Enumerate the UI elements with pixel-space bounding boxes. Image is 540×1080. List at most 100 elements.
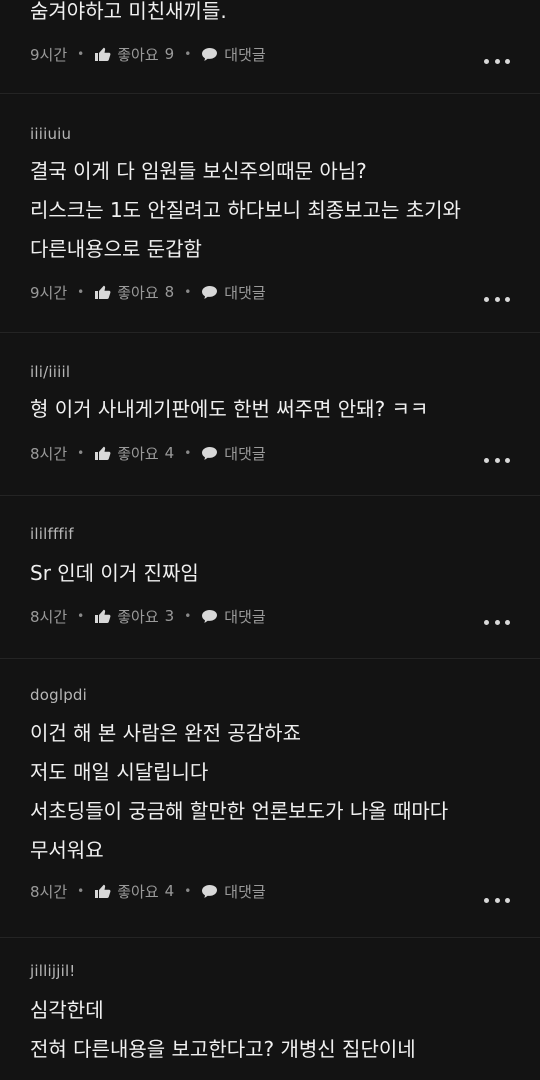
comment-time: 8시간: [30, 607, 68, 626]
comment-username[interactable]: ili/iiiil: [30, 363, 70, 381]
comment-time: 9시간: [30, 45, 68, 64]
comment-time: 8시간: [30, 882, 68, 901]
comment-username[interactable]: iiiiuiu: [30, 125, 71, 143]
more-dots-icon: [494, 58, 500, 64]
comment-item: jillijjil! 심각한데 전혀 다른내용을 보고한다고? 개병신 집단이네: [0, 939, 540, 1080]
comment-meta: 8시간 • 좋아요 4 • 대댓글: [30, 880, 266, 902]
like-button[interactable]: 좋아요 4: [94, 881, 174, 902]
comment-body: 이건 해 본 사람은 완전 공감하죠 저도 매일 시달립니다 서초딩들이 궁금해…: [30, 714, 510, 870]
more-dots-icon: [484, 897, 489, 903]
like-button[interactable]: 좋아요 3: [94, 606, 174, 627]
like-label: 좋아요: [117, 45, 159, 64]
separator-dot: •: [77, 285, 85, 299]
more-dots-icon: [494, 897, 500, 903]
comment-body: 숨겨야하고 미친새끼들.: [30, 0, 510, 31]
comment-meta: 8시간 • 좋아요 3 • 대댓글: [30, 605, 266, 627]
comment-text-line: 다른내용으로 둔갑함: [30, 237, 202, 261]
speech-bubble-icon: [201, 609, 218, 624]
comment-text-line: 리스크는 1도 안질려고 하다보니 최종보고는 초기와: [30, 198, 461, 222]
reply-label: 대댓글: [224, 607, 266, 626]
comment-body: 결국 이게 다 임원들 보신주의때문 아님? 리스크는 1도 안질려고 하다보니…: [30, 152, 510, 269]
comment-text-line: 저도 매일 시달립니다: [30, 760, 209, 784]
thumbs-up-icon: [94, 884, 111, 899]
like-button[interactable]: 좋아요 8: [94, 282, 174, 303]
more-dots-icon: [505, 296, 510, 302]
more-dots-icon: [484, 296, 489, 302]
separator-dot: •: [77, 446, 85, 460]
separator-dot: •: [184, 446, 192, 460]
comment-text-line: 심각한데: [30, 998, 104, 1022]
more-dots-icon: [505, 58, 510, 64]
comment-text-line: 무서워요: [30, 838, 104, 862]
reply-label: 대댓글: [224, 283, 266, 302]
more-dots-icon: [505, 897, 510, 903]
more-dots-icon: [494, 457, 500, 463]
like-count: 9: [164, 45, 175, 63]
comment-body: 심각한데 전혀 다른내용을 보고한다고? 개병신 집단이네: [30, 991, 510, 1069]
thumbs-up-icon: [94, 609, 111, 624]
reply-button[interactable]: 대댓글: [201, 282, 266, 303]
more-options-button[interactable]: [484, 453, 510, 467]
comment-text-line: 숨겨야하고 미친새끼들.: [30, 0, 227, 23]
reply-label: 대댓글: [224, 882, 266, 901]
comment-body: 형 이거 사내게기판에도 한번 써주면 안돼? ㅋㅋ: [30, 390, 510, 429]
thumbs-up-icon: [94, 47, 111, 62]
more-options-button[interactable]: [484, 292, 510, 306]
separator-dot: •: [184, 285, 192, 299]
comment-username[interactable]: doglpdi: [30, 686, 87, 704]
comment-item: ili/iiiil 형 이거 사내게기판에도 한번 써주면 안돼? ㅋㅋ 8시간…: [0, 334, 540, 496]
more-dots-icon: [494, 296, 500, 302]
comment-text-line: 형 이거 사내게기판에도 한번 써주면 안돼? ㅋㅋ: [30, 397, 429, 421]
comment-item: doglpdi 이건 해 본 사람은 완전 공감하죠 저도 매일 시달립니다 서…: [0, 660, 540, 938]
separator-dot: •: [77, 47, 85, 61]
reply-button[interactable]: 대댓글: [201, 44, 266, 65]
separator-dot: •: [184, 884, 192, 898]
comment-meta: 9시간 • 좋아요 8 • 대댓글: [30, 281, 266, 303]
comment-item: 숨겨야하고 미친새끼들. 9시간 • 좋아요 9 • 대댓글: [0, 0, 540, 94]
more-dots-icon: [505, 457, 510, 463]
more-dots-icon: [484, 58, 489, 64]
like-label: 좋아요: [117, 882, 159, 901]
like-label: 좋아요: [117, 283, 159, 302]
like-button[interactable]: 좋아요 4: [94, 443, 174, 464]
comment-feed: 숨겨야하고 미친새끼들. 9시간 • 좋아요 9 • 대댓글 iiiiuiu 결…: [0, 0, 540, 1080]
more-options-button[interactable]: [484, 615, 510, 629]
like-count: 3: [164, 607, 175, 625]
comment-username[interactable]: jillijjil!: [30, 962, 76, 980]
comment-text-line: Sr 인데 이거 진짜임: [30, 561, 199, 585]
more-options-button[interactable]: [484, 893, 510, 907]
comment-meta: 8시간 • 좋아요 4 • 대댓글: [30, 442, 266, 464]
speech-bubble-icon: [201, 285, 218, 300]
reply-button[interactable]: 대댓글: [201, 606, 266, 627]
comment-text-line: 서초딩들이 궁금해 할만한 언론보도가 나올 때마다: [30, 799, 449, 823]
comment-meta: 9시간 • 좋아요 9 • 대댓글: [30, 43, 266, 65]
comment-username[interactable]: ililfffif: [30, 525, 74, 543]
more-dots-icon: [494, 619, 500, 625]
comment-item: ililfffif Sr 인데 이거 진짜임 8시간 • 좋아요 3 • 대댓글: [0, 497, 540, 659]
comment-item: iiiiuiu 결국 이게 다 임원들 보신주의때문 아님? 리스크는 1도 안…: [0, 95, 540, 333]
speech-bubble-icon: [201, 47, 218, 62]
comment-text-line: 결국 이게 다 임원들 보신주의때문 아님?: [30, 159, 367, 183]
comment-time: 9시간: [30, 283, 68, 302]
separator-dot: •: [184, 609, 192, 623]
more-options-button[interactable]: [484, 54, 510, 68]
comment-body: Sr 인데 이거 진짜임: [30, 554, 510, 593]
like-button[interactable]: 좋아요 9: [94, 44, 174, 65]
separator-dot: •: [184, 47, 192, 61]
reply-button[interactable]: 대댓글: [201, 443, 266, 464]
thumbs-up-icon: [94, 446, 111, 461]
comment-text-line: 이건 해 본 사람은 완전 공감하죠: [30, 721, 301, 745]
more-dots-icon: [505, 619, 510, 625]
reply-button[interactable]: 대댓글: [201, 881, 266, 902]
like-label: 좋아요: [117, 607, 159, 626]
speech-bubble-icon: [201, 446, 218, 461]
like-count: 4: [164, 882, 175, 900]
separator-dot: •: [77, 884, 85, 898]
like-count: 8: [164, 283, 175, 301]
reply-label: 대댓글: [224, 45, 266, 64]
more-dots-icon: [484, 619, 489, 625]
more-dots-icon: [484, 457, 489, 463]
like-label: 좋아요: [117, 444, 159, 463]
comment-time: 8시간: [30, 444, 68, 463]
reply-label: 대댓글: [224, 444, 266, 463]
